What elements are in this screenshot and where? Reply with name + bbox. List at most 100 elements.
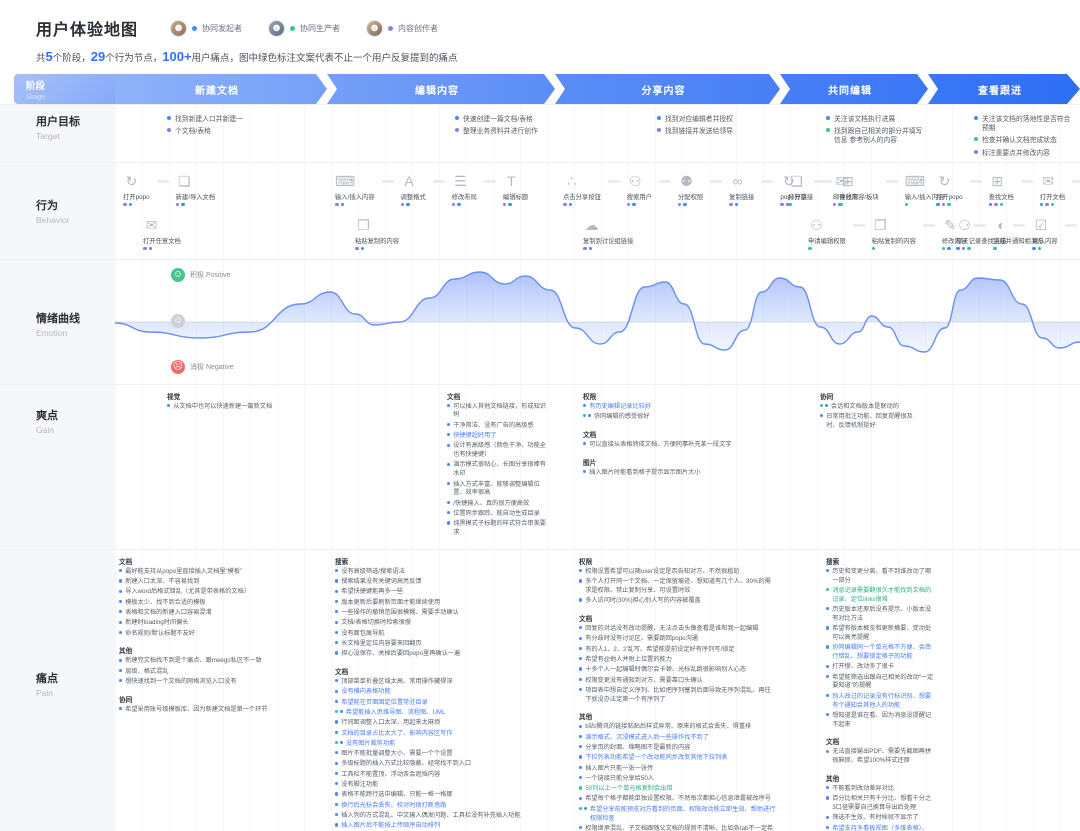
- persona-dots: [820, 414, 824, 430]
- behavior-node[interactable]: ↻ 打开popo: [123, 173, 150, 207]
- persona-dots: [335, 599, 339, 608]
- behavior-label: 新建/导入文档: [175, 193, 216, 201]
- dot-b: [335, 813, 339, 817]
- calendar-check-icon: ☑: [1034, 216, 1048, 233]
- gain-cell-1: 视觉 从文档中也可以快速新建一篇新文档: [115, 385, 327, 549]
- dot-b: [119, 630, 123, 634]
- scan-input-icon: ⌨: [904, 172, 925, 189]
- pain-item-text: 想快速找到一个文档的网格浏览入口没有: [125, 678, 237, 686]
- behavior-node[interactable]: ∴ 点击分享按钮: [563, 173, 601, 207]
- behavior-line: ❐ 粘贴复制的内容: [355, 217, 553, 255]
- gain-block-header: 文档: [583, 431, 597, 439]
- pain-item-text: 分享页的封面、缩略图不是最新的内容: [585, 744, 691, 751]
- behavior-label: 粘贴复制的内容: [871, 237, 916, 245]
- behavior-node[interactable]: ⚇ 搜索用户: [626, 173, 652, 207]
- target-text: 找到新建入口并新建一: [175, 116, 243, 123]
- behavior-node[interactable]: ✉ 打开文档: [1039, 173, 1065, 207]
- behavior-row-label: 行为 Behavior: [0, 162, 115, 259]
- behavior-node[interactable]: ⚇ 申请编辑权限: [808, 217, 846, 251]
- persona-dots: [143, 246, 152, 251]
- persona-dots: [335, 679, 339, 687]
- pain-item-text: 无法直接输出PDF、需要先截图再拼很麻烦、希望100%样式还原: [832, 748, 932, 765]
- pain-item: 插入列的方式混乱、中文输入偶发问题、工具栏没有补充插入功能: [335, 812, 551, 821]
- behavior-node[interactable]: ⊞ 查找内容/板块: [839, 173, 879, 207]
- stage-arrow-3[interactable]: 分享内容: [555, 74, 780, 104]
- dot-b: [335, 699, 339, 703]
- connector-line: [607, 179, 620, 183]
- mail-open-icon: ✉: [145, 216, 158, 233]
- persona-dots: [335, 823, 339, 831]
- dot-b: [335, 689, 339, 693]
- dot-b: [579, 734, 583, 739]
- dot-b: [579, 579, 583, 583]
- persona-dots: [579, 826, 583, 831]
- behavior-node[interactable]: ☁ 复制到讨论组链接: [583, 217, 633, 251]
- pain-item-text: 命名规则/默认标题不友好: [125, 629, 195, 637]
- connector-line: [885, 179, 898, 183]
- target-cell-3: 找到对应编辑者并授权 找到链接并发送给领导: [555, 105, 780, 162]
- dot-b: [119, 668, 123, 673]
- behavior-node[interactable]: T 编辑标题: [502, 173, 528, 207]
- behavior-node[interactable]: ⚆ 聊天记录查找链接: [956, 217, 1006, 251]
- target-text: 标注重要点并修改内容: [982, 149, 1050, 157]
- pain-item: 新建完文档找不到是个痛点、跟meego私区不一致: [119, 657, 323, 666]
- behavior-node[interactable]: ❐ 粘贴复制的内容: [871, 217, 916, 251]
- behavior-label: 调整格式: [400, 193, 426, 201]
- pain-item: 有分歧时没有讨论区、需要跳回popo沟通: [579, 635, 776, 644]
- pain-block: 协同 希望采用账号级模板库、因为新建文档是第一个环节: [119, 694, 323, 715]
- pain-item: 文档/表格切换时检索很慢: [335, 619, 551, 628]
- pain-block-header: 权限: [579, 558, 593, 566]
- dot-b: [119, 569, 123, 573]
- behavior-node[interactable]: ⚉ 分配权限: [677, 173, 703, 207]
- behavior-line: ↻ 打开popo ❏ 新建/导入文档: [123, 173, 325, 217]
- persona-dots: [626, 202, 636, 207]
- dot-p: [583, 246, 587, 251]
- pain-item: 一些操作的撤销范围很模糊、需要手动确认: [335, 609, 551, 618]
- pain-item-text: 行间距调整入口太深、用起来太麻烦: [341, 719, 441, 727]
- summary-text: 个行为节点，: [105, 53, 163, 64]
- legend-item: ☻ 协同发起者: [170, 19, 242, 37]
- behavior-node[interactable]: A 调整格式: [400, 173, 426, 207]
- connector-line: [1020, 179, 1033, 183]
- behavior-node[interactable]: ⊞ 查找文档: [988, 173, 1014, 207]
- behavior-node[interactable]: ↻ 打开popo: [936, 173, 963, 207]
- behavior-cell-4: ❏ 打开链接 ⊞ 查找内容/板块 ⌨ 输入/插入内容 ⚇ 申请编辑权限 ❐ 粘贴复制的内容 ✎ 修改内…: [780, 163, 1043, 259]
- behavior-node[interactable]: ❏ 打开链接: [788, 173, 813, 207]
- pain-item: 多级标题的插入方式比较隐蔽、经常找不到入口: [335, 760, 551, 769]
- persona-dots: [729, 202, 739, 207]
- dot-b: [826, 693, 830, 698]
- persona-dots: [871, 246, 876, 251]
- dot-g: [826, 588, 830, 592]
- persona-dots: [335, 689, 339, 698]
- behavior-node[interactable]: ✉ 打开任意文档: [143, 217, 181, 251]
- stage-arrow-label: 分享内容: [641, 85, 686, 97]
- legend-label: 协同生产者: [300, 23, 341, 33]
- stage-arrow-2[interactable]: 编辑内容: [327, 74, 555, 104]
- pain-item: 版本更新后要刷新页面才能继续使用: [335, 599, 551, 608]
- dot-p: [994, 202, 998, 207]
- persona-dots: [579, 806, 587, 823]
- dot-b: [824, 403, 828, 408]
- pain-block-header: 搜索: [826, 558, 840, 566]
- persona-dots: [335, 771, 339, 780]
- persona-dots: [447, 481, 451, 498]
- behavior-node[interactable]: ☑ 确认内容: [1032, 216, 1058, 251]
- pain-item-text: 表格不能跨行选中编辑、只能一格一格挪: [341, 791, 453, 799]
- dot-b: [579, 776, 583, 780]
- behavior-label: 查找文档: [988, 193, 1014, 201]
- behavior-node[interactable]: ☰ 修改布局: [451, 173, 477, 207]
- pain-item: 搜索结果没有关键词高亮反馈: [335, 578, 551, 587]
- persona-dots: [447, 433, 451, 441]
- pain-row-label: 痛点 Pain: [0, 549, 115, 831]
- behavior-node[interactable]: ❐ 粘贴复制的内容: [355, 217, 399, 251]
- stage-arrow-1[interactable]: 新建文档: [115, 74, 327, 104]
- dot-g: [335, 710, 339, 714]
- dot-b: [119, 620, 123, 624]
- persona-dots: [119, 599, 123, 608]
- stage-arrow-5[interactable]: 查看跟进: [928, 74, 1080, 104]
- behavior-node[interactable]: ∞ 复制链接: [729, 173, 754, 207]
- pain-item-text: 一个链接只能分享给50人: [585, 774, 654, 782]
- behavior-node[interactable]: ❏ 新建/导入文档: [175, 173, 216, 207]
- behavior-node[interactable]: ⌨ 输入/插入内容: [335, 173, 375, 207]
- stage-arrow-4[interactable]: 共同编辑: [780, 74, 928, 104]
